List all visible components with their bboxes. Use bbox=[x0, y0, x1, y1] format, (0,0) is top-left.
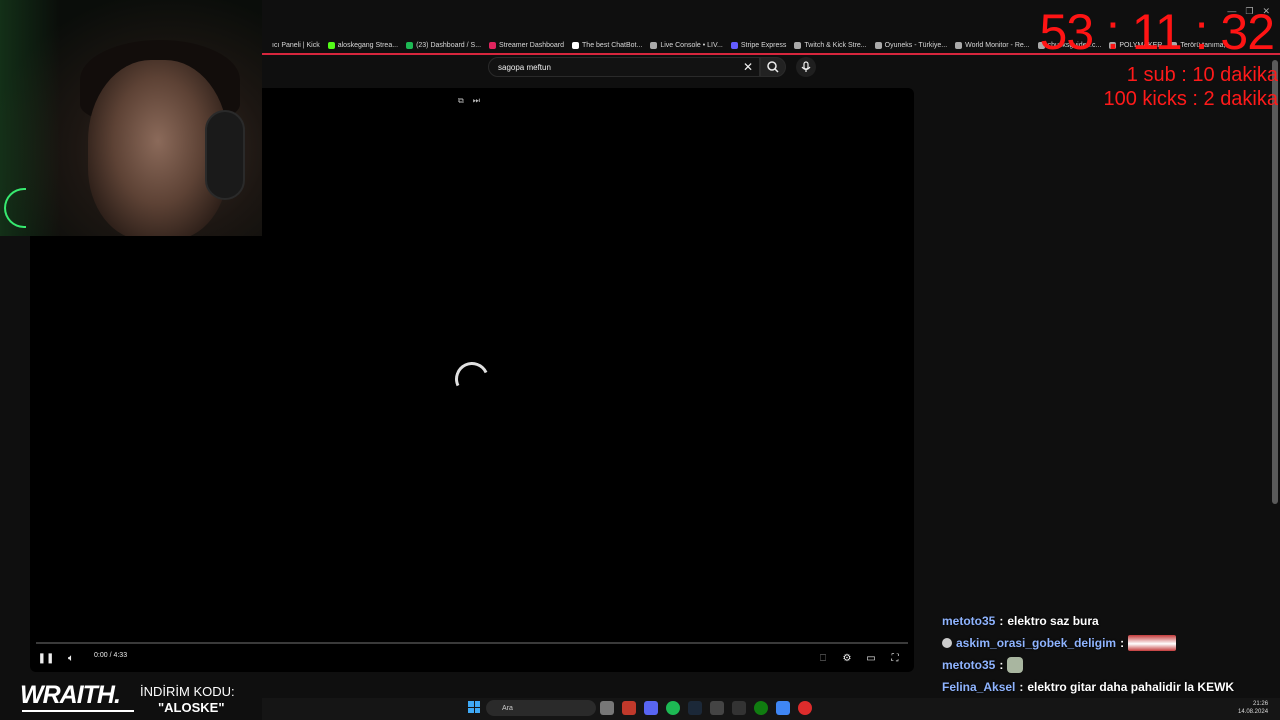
bookmark-item[interactable]: The best ChatBot... bbox=[572, 41, 643, 49]
left-strip bbox=[0, 236, 30, 676]
chat-text: elektro saz bura bbox=[1007, 614, 1099, 628]
subtitles-icon[interactable]: ⎕ bbox=[816, 650, 830, 666]
bookmark-label: aloskegang Strea... bbox=[337, 41, 399, 49]
clock-time: 21:26 bbox=[1253, 701, 1269, 707]
bookmark-label: Live Console • LIV... bbox=[660, 41, 723, 49]
screen: — ❐ ✕ ıcı Paneli | Kick aloskegang Strea.… bbox=[0, 0, 1280, 720]
fullscreen-icon[interactable]: ⛶ bbox=[888, 650, 902, 666]
windows-icon[interactable] bbox=[468, 701, 480, 713]
bookmark-item[interactable]: Live Console • LIV... bbox=[650, 41, 723, 49]
bookmark-label: The best ChatBot... bbox=[582, 41, 643, 49]
chat-text: elektro gitar daha pahalidir la KEWK bbox=[1027, 680, 1235, 694]
subathon-timer: 53 : 11 : 32 bbox=[1039, 4, 1275, 60]
pause-icon[interactable]: ❚❚ bbox=[38, 650, 55, 666]
bookmark-favicon-icon bbox=[874, 41, 882, 49]
xbox-icon[interactable] bbox=[754, 701, 768, 715]
bookmark-label: Streamer Dashboard bbox=[499, 41, 565, 49]
miniplayer-icon[interactable]: ⧉ bbox=[458, 96, 464, 106]
webcam-overlay bbox=[0, 0, 262, 236]
user-badge-icon bbox=[942, 638, 952, 648]
taskbar-search[interactable]: Ara bbox=[486, 700, 596, 716]
chat-emote-icon bbox=[1007, 657, 1024, 673]
taskbar-apps bbox=[600, 701, 812, 715]
theater-icon[interactable]: ▭ bbox=[864, 650, 878, 666]
chat-username[interactable]: metoto35 bbox=[942, 614, 995, 628]
chat-message: Felina_Aksel: elektro gitar daha pahalidi… bbox=[942, 676, 1278, 698]
spotify-icon[interactable] bbox=[666, 701, 680, 715]
chat-message: askim_orasi_gobek_deligim: bbox=[942, 632, 1278, 654]
volume-icon[interactable]: 🔈︎ bbox=[64, 650, 78, 666]
taskbar-clock: 21:26 14.08.2024 bbox=[1238, 700, 1268, 716]
mic-icon bbox=[801, 61, 811, 72]
sponsor-logo: WRAITH. bbox=[20, 681, 121, 709]
sub-rate: 1 sub : 10 dakika bbox=[1126, 64, 1278, 86]
bookmark-item[interactable]: World Monitor - Re... bbox=[955, 41, 1030, 49]
sponsor-banner: WRAITH. İNDİRİM KODU: "ALOSKE" bbox=[0, 676, 262, 720]
chat-message: metoto35: elektro saz bura bbox=[942, 610, 1278, 632]
bookmark-favicon-icon bbox=[955, 41, 963, 49]
page-scrollbar[interactable] bbox=[1272, 60, 1278, 504]
bookmark-item[interactable]: Stripe Express bbox=[730, 41, 787, 49]
voice-search-button[interactable] bbox=[796, 57, 816, 77]
bookmark-label: ıcı Paneli | Kick bbox=[272, 41, 320, 49]
discount-code: "ALOSKE" bbox=[158, 700, 225, 715]
next-icon[interactable]: ⏭ bbox=[473, 96, 480, 106]
app-icon[interactable] bbox=[710, 701, 724, 715]
steam-icon[interactable] bbox=[688, 701, 702, 715]
opera-gx-icon[interactable] bbox=[798, 701, 812, 715]
bookmark-item[interactable]: Oyuneks - Türkiye... bbox=[874, 41, 948, 49]
bookmark-favicon-icon bbox=[572, 41, 580, 49]
chat-emote-icon bbox=[1128, 635, 1177, 651]
bookmark-favicon-icon bbox=[327, 41, 335, 49]
bookmark-favicon-icon bbox=[650, 41, 658, 49]
bookmark-label: Oyuneks - Türkiye... bbox=[884, 41, 948, 49]
bookmark-item[interactable]: (23) Dashboard / S... bbox=[406, 41, 482, 49]
chat-separator: : bbox=[1019, 680, 1024, 694]
chat-username[interactable]: askim_orasi_gobek_deligim bbox=[956, 636, 1116, 650]
bookmark-favicon-icon bbox=[489, 41, 497, 49]
chat-username[interactable]: metoto35 bbox=[942, 658, 995, 672]
bookmark-favicon-icon bbox=[794, 41, 802, 49]
logo-underline bbox=[22, 710, 134, 712]
bookmark-label: (23) Dashboard / S... bbox=[416, 41, 482, 49]
bookmark-item[interactable]: Streamer Dashboard bbox=[489, 41, 565, 49]
search-icon bbox=[767, 61, 779, 73]
discount-label: İNDİRİM KODU: bbox=[140, 684, 235, 699]
time-display: 0:00 / 4:33 bbox=[94, 652, 128, 659]
clock-date: 14.08.2024 bbox=[1238, 709, 1269, 715]
search-button[interactable] bbox=[760, 57, 786, 77]
chat-separator: : bbox=[999, 658, 1004, 672]
bookmark-label: Stripe Express bbox=[740, 41, 787, 49]
app-icon-2[interactable] bbox=[776, 701, 790, 715]
opera-icon[interactable] bbox=[622, 701, 636, 715]
bookmark-item[interactable]: aloskegang Strea... bbox=[327, 41, 399, 49]
bookmark-item[interactable]: Twitch & Kick Stre... bbox=[794, 41, 867, 49]
settings-icon[interactable]: ⚙ bbox=[840, 650, 854, 666]
chat-message: metoto35: bbox=[942, 654, 1278, 676]
progress-bar[interactable] bbox=[36, 642, 908, 644]
close-icon[interactable]: ✕ bbox=[741, 60, 755, 74]
kick-rate: 100 kicks : 2 dakika bbox=[1103, 88, 1278, 110]
headset bbox=[205, 110, 245, 200]
chat-separator: : bbox=[999, 614, 1004, 628]
search-input[interactable]: sagopa meftun bbox=[488, 57, 760, 77]
bookmark-label: Twitch & Kick Stre... bbox=[804, 41, 867, 49]
bookmark-item[interactable]: ıcı Paneli | Kick bbox=[262, 42, 320, 49]
discord-icon[interactable] bbox=[644, 701, 658, 715]
chat-separator: : bbox=[1120, 636, 1125, 650]
chat-username[interactable]: Felina_Aksel bbox=[942, 680, 1015, 694]
bookmark-favicon-icon bbox=[730, 41, 738, 49]
bookmark-favicon-icon bbox=[406, 41, 414, 49]
bookmark-label: World Monitor - Re... bbox=[965, 41, 1030, 49]
taskview-icon[interactable] bbox=[600, 701, 614, 715]
capcut-icon[interactable] bbox=[732, 701, 746, 715]
player-top-controls: ⧉ ⏭ bbox=[458, 96, 480, 106]
bookmark-favicon-icon bbox=[262, 42, 269, 49]
